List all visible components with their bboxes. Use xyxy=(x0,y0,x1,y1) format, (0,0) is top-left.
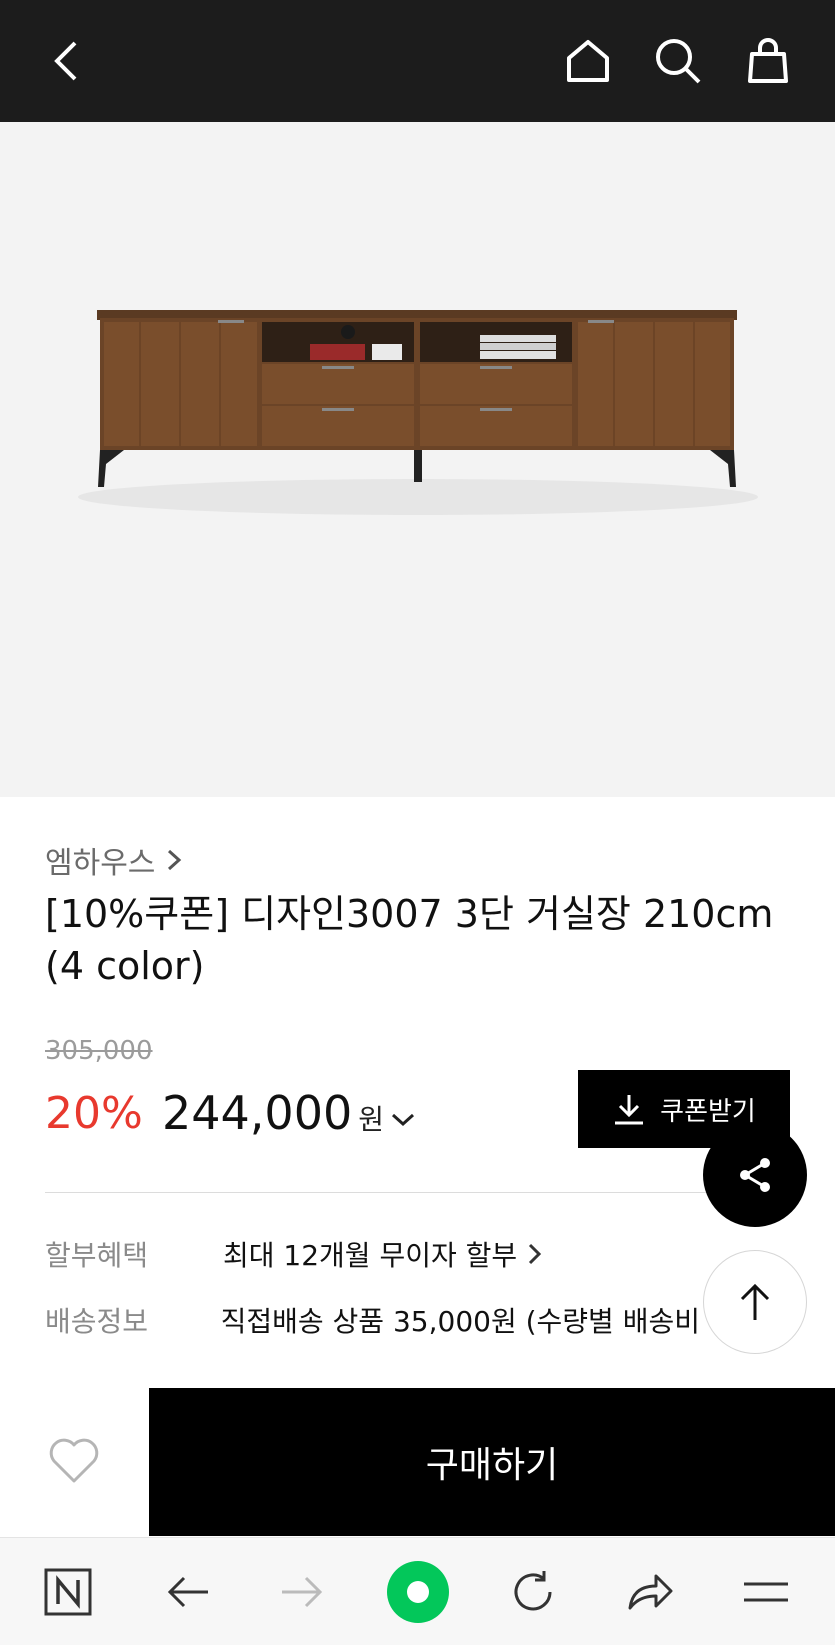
arrow-left-icon xyxy=(167,1576,208,1608)
installment-value: 최대 12개월 무이자 할부 xyxy=(223,1239,518,1272)
refresh-icon xyxy=(514,1571,552,1611)
top-app-bar xyxy=(0,0,835,122)
delivery-label: 배송정보 xyxy=(45,1305,149,1338)
search-button[interactable] xyxy=(653,36,703,86)
buy-button[interactable]: 구매하기 xyxy=(149,1388,835,1536)
menu-icon xyxy=(744,1582,788,1602)
delivery-value: 직접배송 상품 35,000원 (수량별 배송비 xyxy=(220,1305,700,1338)
chevron-right-icon xyxy=(168,849,182,871)
naver-n-icon xyxy=(44,1568,92,1616)
green-circle-icon xyxy=(387,1561,449,1623)
browser-share-button[interactable] xyxy=(618,1560,682,1624)
arrow-right-icon xyxy=(282,1576,323,1608)
green-dot-button[interactable] xyxy=(386,1560,450,1624)
share-button[interactable] xyxy=(703,1123,807,1227)
back-button[interactable] xyxy=(42,36,92,86)
wishlist-button[interactable] xyxy=(48,1437,100,1489)
divider xyxy=(45,1192,790,1193)
price-detail-toggle[interactable]: 244,000 원 xyxy=(162,1086,416,1140)
refresh-button[interactable] xyxy=(501,1560,565,1624)
brand-name: 엠하우스 xyxy=(45,846,156,881)
download-icon xyxy=(615,1095,644,1125)
forward-share-icon xyxy=(628,1574,673,1610)
installment-label: 할부혜택 xyxy=(45,1239,149,1272)
browser-back-button[interactable] xyxy=(156,1560,220,1624)
original-price: 305,000 xyxy=(45,1036,153,1066)
browser-forward-button[interactable] xyxy=(270,1560,334,1624)
product-image[interactable] xyxy=(0,122,835,797)
naver-home-button[interactable] xyxy=(36,1560,100,1624)
browser-toolbar xyxy=(0,1537,835,1645)
discount-rate: 20% xyxy=(45,1088,143,1139)
browser-menu-button[interactable] xyxy=(734,1560,798,1624)
share-icon xyxy=(740,1158,770,1192)
tv-stand-illustration xyxy=(78,310,758,515)
home-icon xyxy=(567,40,609,82)
currency-unit: 원 xyxy=(358,1103,384,1136)
delivery-row: 배송정보 직접배송 상품 35,000원 (수량별 배송비 xyxy=(45,1300,700,1340)
product-title: [10%쿠폰] 디자인3007 3단 거실장 210cm (4 color) xyxy=(45,892,774,988)
installment-row[interactable]: 할부혜택 최대 12개월 무이자 할부 xyxy=(45,1234,543,1274)
brand-link[interactable]: 엠하우스 xyxy=(45,838,183,882)
cart-button[interactable] xyxy=(743,36,793,86)
search-icon xyxy=(656,39,701,84)
shopping-bag-icon xyxy=(748,38,788,83)
chevron-left-icon xyxy=(54,41,77,81)
coupon-button-label: 쿠폰받기 xyxy=(660,1096,756,1127)
sale-price: 244,000 xyxy=(162,1086,353,1140)
heart-icon xyxy=(49,1438,99,1483)
arrow-up-icon xyxy=(740,1283,770,1320)
scroll-top-button[interactable] xyxy=(703,1250,807,1354)
chevron-right-icon xyxy=(529,1243,542,1265)
chevron-down-icon xyxy=(391,1113,415,1127)
home-button[interactable] xyxy=(563,36,613,86)
